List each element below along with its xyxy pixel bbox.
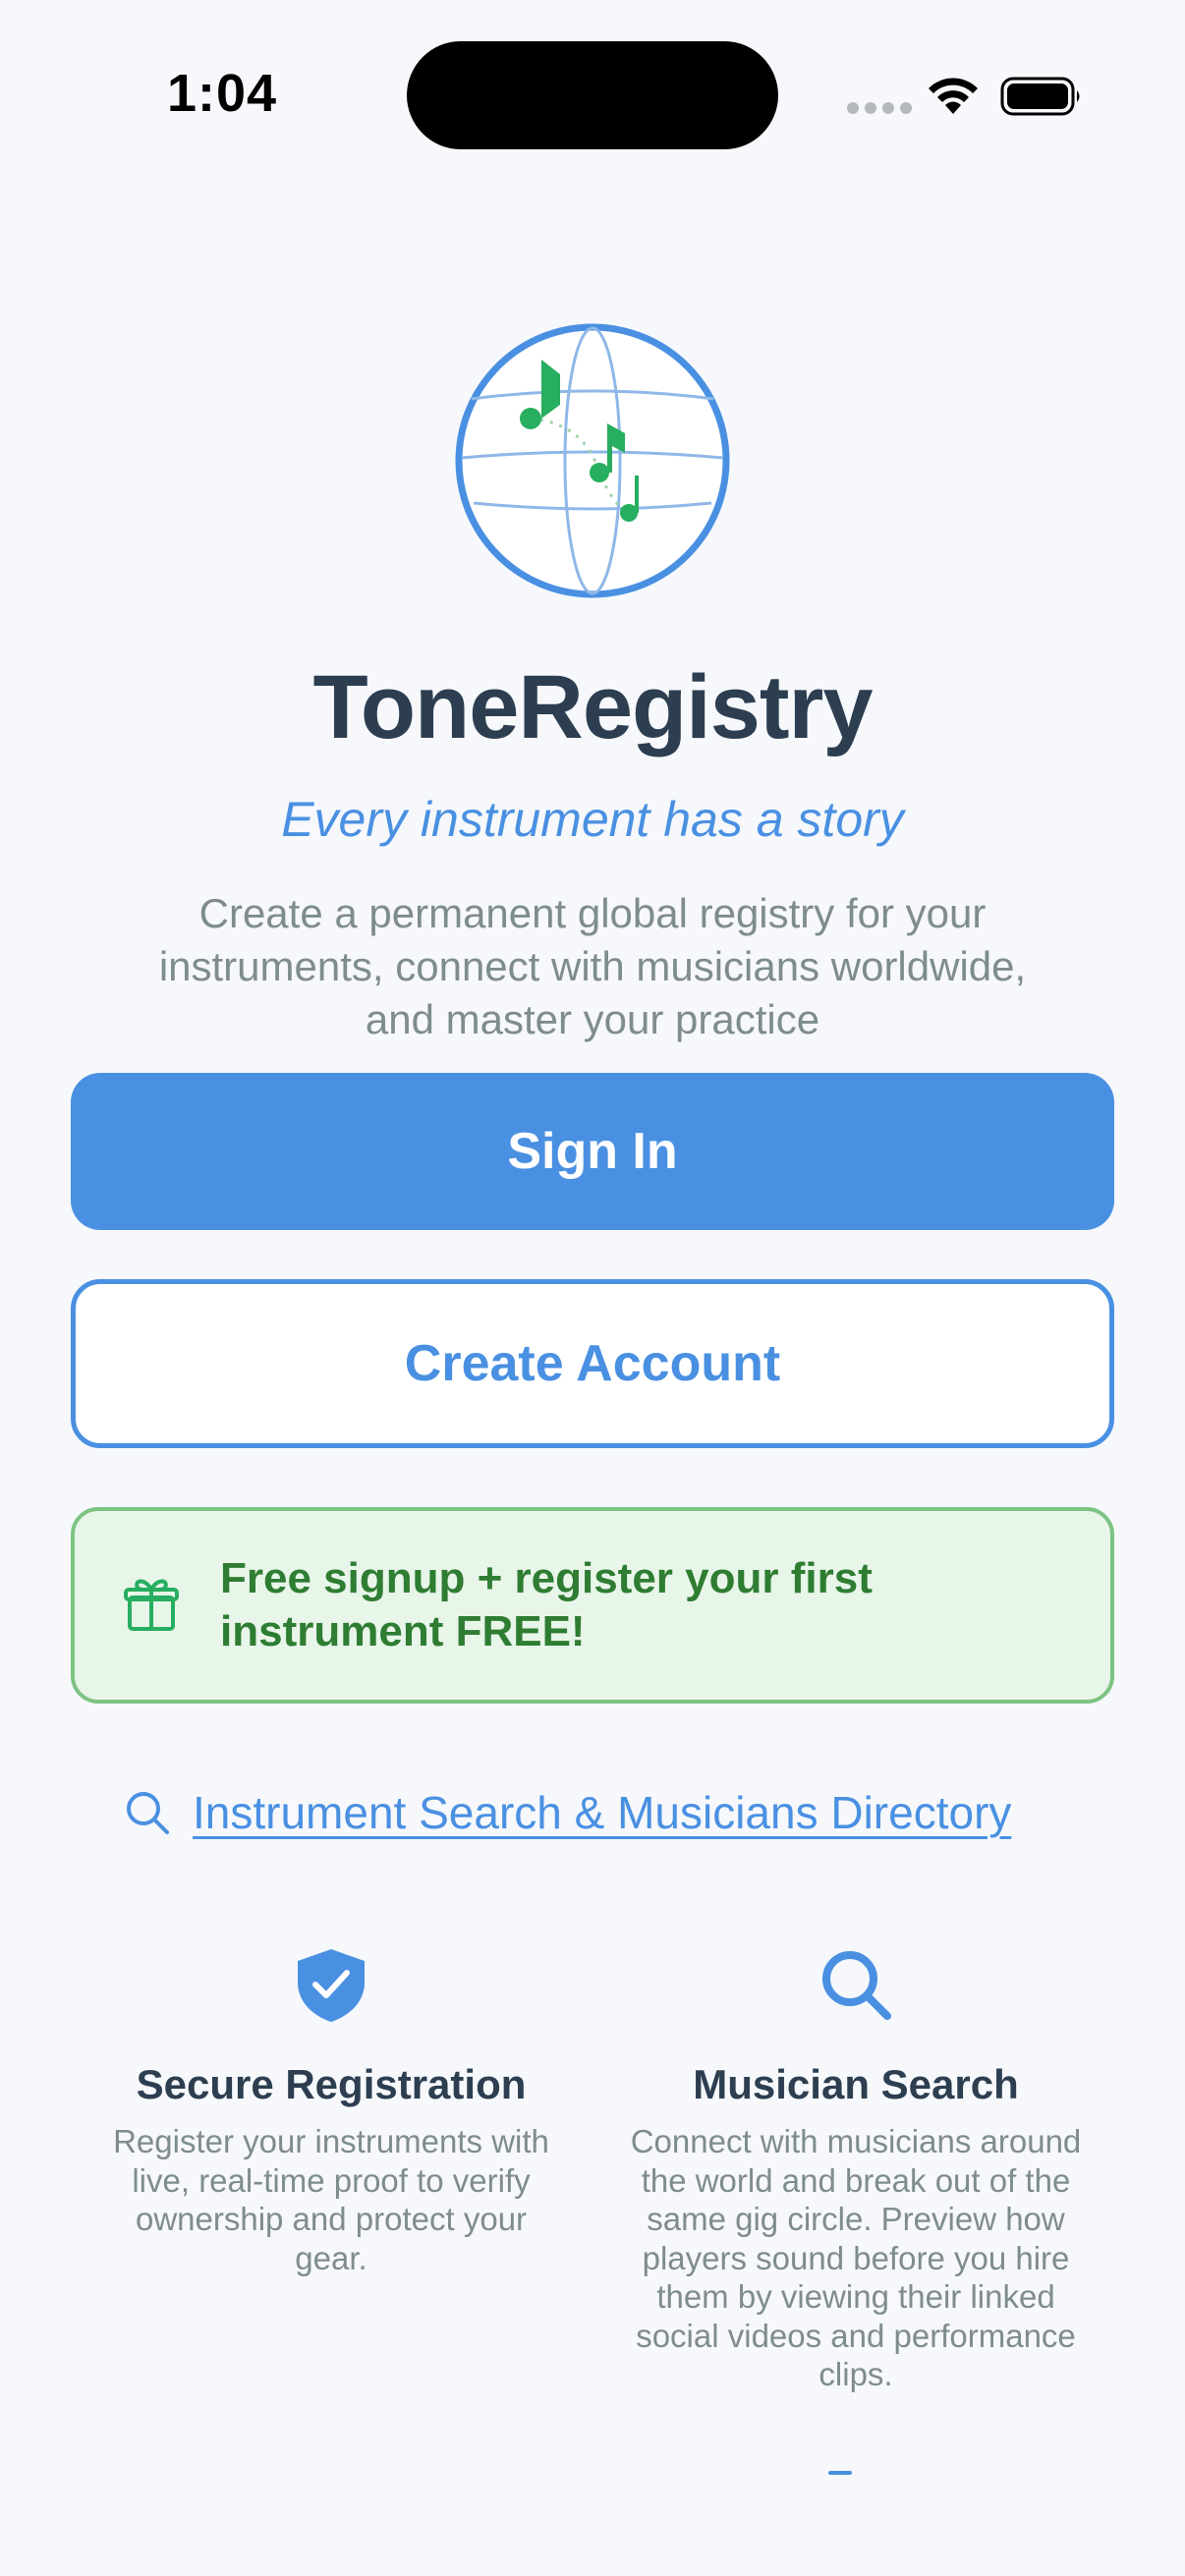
gift-icon xyxy=(124,1579,179,1631)
search-icon xyxy=(822,1951,891,2020)
globe-music-notes-icon xyxy=(455,323,730,598)
instrument-search-directory-link[interactable]: Instrument Search & Musicians Directory xyxy=(124,1786,1011,1839)
battery-icon xyxy=(1000,77,1080,116)
wifi-icon xyxy=(929,78,978,114)
free-signup-promo-banner: Free signup + register your first instru… xyxy=(71,1507,1114,1704)
feature-secure-registration: Secure Registration Register your instru… xyxy=(98,1943,564,2277)
app-tagline: Every instrument has a story xyxy=(281,792,904,847)
feature-title: Secure Registration xyxy=(136,2061,527,2107)
feature-musician-search: Musician Search Connect with musicians a… xyxy=(623,1943,1089,2394)
app-description: Create a permanent global registry for y… xyxy=(158,890,1027,1042)
promo-text: Free signup + register your first instru… xyxy=(220,1554,873,1655)
app-title: ToneRegistry xyxy=(312,657,873,757)
feature-description: Connect with musicians around the world … xyxy=(630,2123,1082,2392)
search-icon xyxy=(127,1792,169,1834)
feature-title: Musician Search xyxy=(693,2061,1019,2107)
sign-in-button[interactable]: Sign In xyxy=(71,1073,1114,1230)
cellular-signal-icon xyxy=(847,102,912,114)
dynamic-island xyxy=(407,41,778,149)
directory-link-label: Instrument Search & Musicians Directory xyxy=(193,1787,1012,1838)
feature-description: Register your instruments with live, rea… xyxy=(113,2123,549,2276)
create-account-button[interactable]: Create Account xyxy=(71,1279,1114,1448)
status-time: 1:04 xyxy=(167,64,278,123)
status-bar: 1:04 xyxy=(0,0,1185,196)
scroll-indicator xyxy=(828,2471,852,2475)
shield-check-icon xyxy=(298,1949,365,2022)
